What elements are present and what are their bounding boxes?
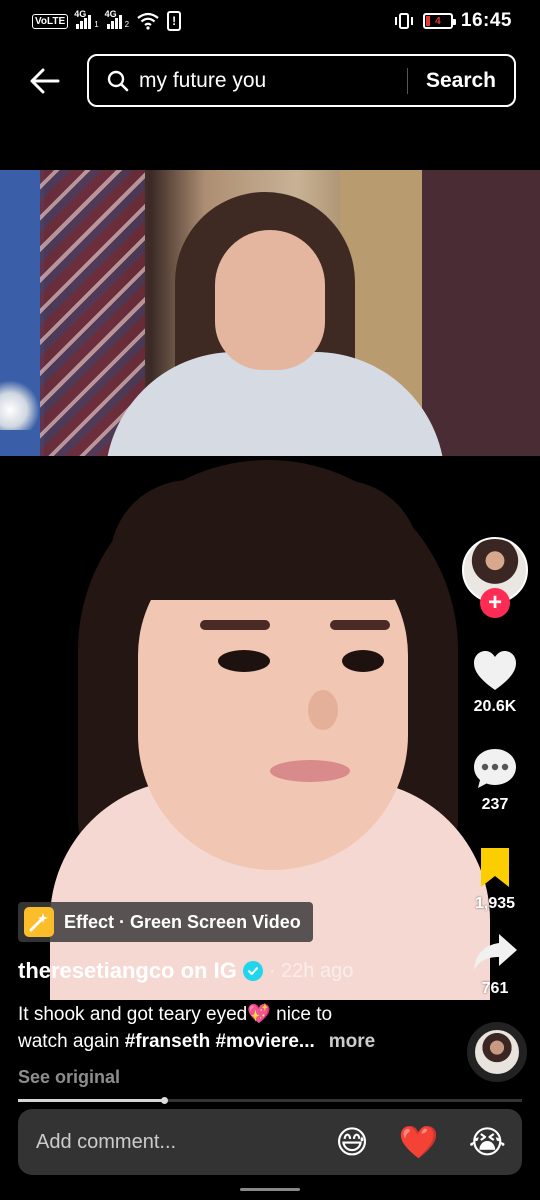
follow-button[interactable]: +	[480, 588, 510, 618]
comment-bar[interactable]: Add comment... 😅 ❤️ 😭	[18, 1109, 522, 1175]
clock: 16:45	[460, 10, 512, 31]
effect-label: Effect · Green Screen Video	[64, 911, 301, 932]
search-input[interactable]: my future you	[139, 69, 407, 93]
bookmark-icon	[481, 848, 509, 887]
wifi-icon	[137, 12, 159, 30]
battery-level: 4	[435, 15, 441, 27]
back-button[interactable]	[24, 62, 66, 100]
username[interactable]: theresetiangco on IG	[18, 958, 237, 984]
video-progress-fill	[18, 1099, 165, 1102]
emoji-sweat-smile-button[interactable]: 😅	[335, 1126, 368, 1158]
share-button[interactable]: 761	[462, 930, 528, 998]
caption-line-2: watch again #franseth #moviere... more	[18, 1028, 438, 1055]
heart-icon	[474, 651, 516, 690]
vibrate-icon	[394, 13, 413, 29]
like-count: 20.6K	[473, 698, 517, 715]
sim2-label: 2	[124, 20, 130, 29]
caption-line-2-text: watch again	[18, 1031, 125, 1052]
background-person	[105, 192, 445, 456]
video-progress-bar[interactable]	[18, 1097, 522, 1104]
status-right: 4 16:45	[393, 10, 512, 32]
comment-button[interactable]: 237	[462, 746, 528, 814]
caption-line-1: It shook and got teary eyed💖 nice to	[18, 1004, 333, 1025]
search-bar[interactable]: my future you Search	[87, 54, 516, 107]
share-count: 761	[481, 980, 509, 997]
caption-more-button[interactable]: more	[329, 1028, 375, 1055]
video-player[interactable]	[0, 170, 540, 1002]
caption-hashtags[interactable]: #franseth #moviere...	[125, 1028, 315, 1055]
effect-chip[interactable]: Effect · Green Screen Video	[18, 902, 313, 942]
verified-icon	[242, 961, 263, 981]
status-bar: VoLTE 4G 1 4G 2 ! 4 16:45	[0, 0, 540, 42]
save-button[interactable]: 1,935	[462, 845, 528, 913]
search-button[interactable]: Search	[408, 69, 514, 93]
network1-label: 4G	[74, 9, 87, 19]
battery-icon: 4	[422, 13, 456, 29]
video-progress-handle[interactable]	[161, 1097, 169, 1104]
green-screen-background-video	[0, 170, 540, 456]
emoji-crying-button[interactable]: 😭	[469, 1126, 506, 1158]
sound-disc[interactable]	[467, 1022, 527, 1082]
signal-sim2-icon: 4G 2	[105, 9, 130, 29]
alert-icon: !	[167, 11, 182, 31]
volte-badge: VoLTE	[32, 13, 69, 29]
like-button[interactable]: 20.6K	[462, 648, 528, 716]
sim1-label: 1	[94, 20, 99, 29]
share-icon	[474, 934, 517, 970]
effect-icon	[24, 907, 54, 937]
author-row: theresetiangco on IG · 22h ago	[18, 958, 353, 984]
emoji-heart-button[interactable]: ❤️	[399, 1126, 439, 1158]
see-original-link[interactable]: See original	[18, 1067, 120, 1088]
comment-count: 237	[481, 796, 509, 813]
caption: It shook and got teary eyed💖 nice to wat…	[18, 1001, 438, 1055]
save-count: 1,935	[474, 895, 516, 912]
search-icon	[107, 70, 129, 91]
post-time: · 22h ago	[268, 959, 354, 982]
comment-input[interactable]: Add comment...	[36, 1131, 305, 1154]
status-left: VoLTE 4G 1 4G 2 !	[32, 9, 182, 31]
network2-label: 4G	[104, 9, 117, 19]
back-arrow-icon	[30, 68, 60, 94]
comment-icon	[474, 749, 516, 788]
home-indicator	[240, 1188, 300, 1191]
signal-sim1-icon: 4G 1	[74, 9, 99, 29]
